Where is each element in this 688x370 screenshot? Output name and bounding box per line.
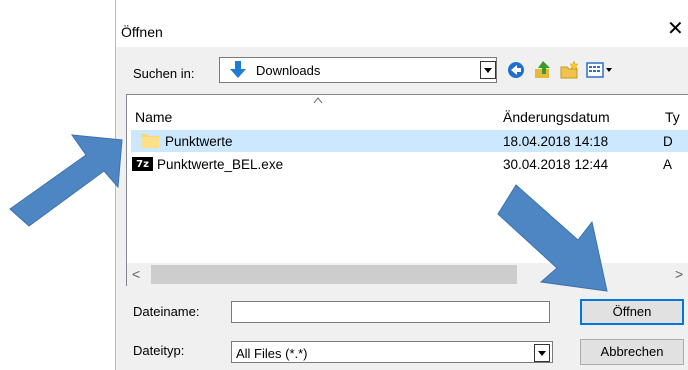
- annotation-arrow-left-icon: [9, 134, 123, 227]
- dialog-title: Öffnen: [121, 24, 163, 40]
- column-header-name[interactable]: Name: [135, 109, 172, 125]
- list-item[interactable]: Punktwerte 18.04.2018 14:18 D: [131, 130, 688, 152]
- lookin-value: Downloads: [256, 63, 321, 78]
- file-name: Punktwerte_BEL.exe: [157, 157, 284, 172]
- file-type: A: [663, 157, 673, 172]
- view-menu-icon[interactable]: [586, 60, 614, 80]
- lookin-combobox[interactable]: Downloads: [219, 57, 497, 83]
- filetype-value: All Files (*.*): [236, 346, 308, 361]
- back-icon[interactable]: [505, 60, 527, 80]
- column-header-type[interactable]: Ty: [665, 109, 680, 125]
- scroll-right-icon[interactable]: >: [675, 266, 683, 282]
- lookin-label: Suchen in:: [133, 66, 195, 81]
- close-icon[interactable]: ✕: [667, 19, 684, 39]
- cancel-button[interactable]: Abbrechen: [580, 339, 684, 365]
- file-date: 30.04.2018 12:44: [503, 157, 609, 172]
- horizontal-scrollbar[interactable]: < >: [127, 263, 688, 286]
- open-dialog: Öffnen ✕ Suchen in: Downloads Name Änder…: [115, 0, 688, 370]
- folder-icon: [141, 134, 159, 148]
- file-list[interactable]: Name Änderungsdatum Ty Punktwerte 18.04.…: [126, 94, 688, 286]
- up-folder-icon[interactable]: [533, 60, 555, 80]
- filename-label: Dateiname:: [133, 304, 200, 319]
- new-folder-icon[interactable]: [559, 60, 581, 80]
- lookin-dropdown-arrow-icon[interactable]: [480, 61, 496, 79]
- file-type: D: [663, 134, 673, 149]
- download-arrow-icon: [230, 61, 246, 78]
- title-bar: Öffnen ✕: [116, 0, 688, 47]
- open-button[interactable]: Öffnen: [580, 299, 684, 325]
- filetype-combobox[interactable]: All Files (*.*): [231, 341, 553, 363]
- filename-input[interactable]: [231, 301, 550, 323]
- filetype-label: Dateityp:: [133, 343, 185, 358]
- column-header-date[interactable]: Änderungsdatum: [503, 109, 610, 125]
- scrollbar-thumb[interactable]: [151, 265, 517, 284]
- file-name: Punktwerte: [165, 134, 233, 149]
- 7z-exe-icon: 7z: [132, 157, 153, 171]
- list-item[interactable]: 7z Punktwerte_BEL.exe 30.04.2018 12:44 A: [131, 153, 688, 175]
- scroll-left-icon[interactable]: <: [132, 266, 140, 282]
- filetype-dropdown-arrow-icon[interactable]: [534, 344, 550, 362]
- sort-ascending-icon: [313, 97, 323, 104]
- file-date: 18.04.2018 14:18: [503, 134, 609, 149]
